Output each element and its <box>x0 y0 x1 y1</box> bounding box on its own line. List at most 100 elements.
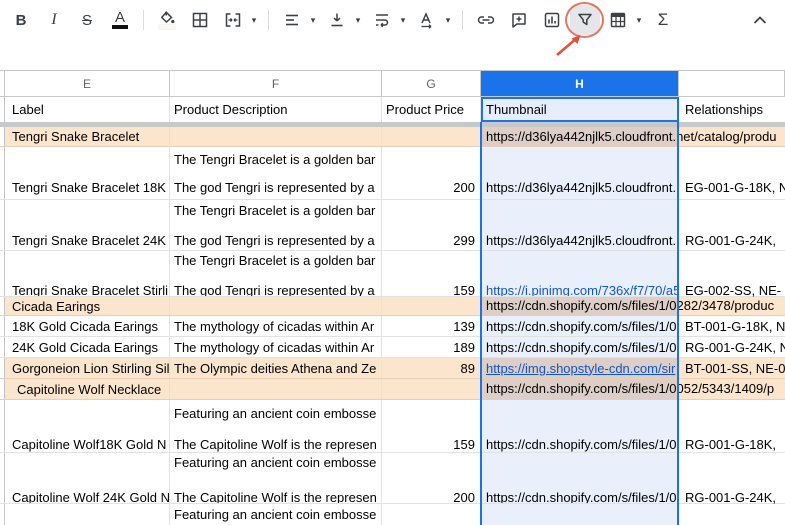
cell-thumbnail-row7[interactable]: https://cdn.shopify.com/s/files/1/0 <box>481 316 679 336</box>
cell-label-row3[interactable]: Tengri Snake Bracelet 18K <box>5 147 170 199</box>
insert-comment-icon[interactable] <box>504 5 534 35</box>
cell-thumbnail-row8[interactable]: https://cdn.shopify.com/s/files/1/0 <box>481 337 679 357</box>
cell-price-row2[interactable] <box>382 127 481 146</box>
cell-thumbnail-row10[interactable]: https://cdn.shopify.com/s/files/1/0052/5… <box>481 379 774 399</box>
collapse-toolbar-icon[interactable] <box>745 5 775 35</box>
cell-relationships-row8[interactable]: RG-001-G-24K, N <box>679 337 785 357</box>
cell-price-row13[interactable] <box>382 504 481 525</box>
cell-label-row9[interactable]: Gorgoneion Lion Stirling Sil <box>5 358 170 378</box>
cell-price-row7[interactable]: 139 <box>382 316 481 336</box>
cell-relationships-row4[interactable]: RG-001-G-24K, <box>679 200 785 250</box>
text-wrap-icon[interactable] <box>367 5 397 35</box>
vertical-align-icon[interactable] <box>322 5 352 35</box>
cell-thumbnail-header[interactable]: Thumbnail <box>481 97 679 122</box>
cell-description-row11[interactable]: Featuring an ancient coin embosse The Cap… <box>170 400 382 452</box>
column-header-G[interactable]: G <box>382 71 481 96</box>
cell-description-row9[interactable]: The Olympic deities Athena and Ze <box>170 358 382 378</box>
cell-relationships-row5[interactable]: EG-002-SS, NE- <box>679 251 785 298</box>
cell-price-row6[interactable] <box>382 297 481 315</box>
cell-description-row4[interactable]: The Tengri Bracelet is a golden bar The g… <box>170 200 382 250</box>
column-header-H[interactable]: H <box>481 71 679 96</box>
strikethrough-icon[interactable]: S <box>72 5 102 35</box>
cell-price-row12[interactable]: 200 <box>382 453 481 503</box>
cell-relationships-row11[interactable]: RG-001-G-18K, <box>679 400 785 452</box>
cell-thumbnail-row5[interactable]: https://i.pinimg.com/736x/f7/70/a5 <box>481 251 679 296</box>
cell-relationships-row12[interactable]: RG-001-G-24K, <box>679 453 785 505</box>
cell-label-row2[interactable]: Tengri Snake Bracelet <box>5 127 170 146</box>
price-text: 139 <box>453 318 475 334</box>
cell-thumbnail-row9[interactable]: https://img.shopstyle-cdn.com/sir <box>481 358 679 378</box>
horizontal-align-caret-icon[interactable]: ▾ <box>307 15 319 26</box>
thumbnail-url[interactable]: https://i.pinimg.com/736x/f7/70/a5 <box>486 284 679 297</box>
table-row: Tengri Snake Bracelet Stirli The Tengri B… <box>0 251 785 298</box>
cell-price-header[interactable]: Product Price <box>382 97 481 122</box>
label-header-text: Label <box>12 102 44 117</box>
cell-label-row8[interactable]: 24K Gold Cicada Earings <box>5 337 170 357</box>
italic-icon[interactable]: I <box>39 5 69 35</box>
cell-description-row2[interactable] <box>170 127 382 146</box>
cell-price-row8[interactable]: 189 <box>382 337 481 357</box>
cell-label-row6[interactable]: Cicada Earings <box>5 297 170 315</box>
column-header-offscreen[interactable] <box>679 71 785 96</box>
cell-thumbnail-row6[interactable]: https://cdn.shopify.com/s/files/1/0282/3… <box>481 297 774 315</box>
cell-description-row8[interactable]: The mythology of cicadas within Ar <box>170 337 382 357</box>
cell-thumbnail-row3[interactable]: https://d36lya442njlk5.cloudfront. <box>481 147 679 199</box>
text-wrap-caret-icon[interactable]: ▾ <box>397 15 409 26</box>
column-header-F[interactable]: F <box>170 71 382 96</box>
cell-price-row5[interactable]: 159 <box>382 251 481 296</box>
cell-thumbnail-row4[interactable]: https://d36lya442njlk5.cloudfront. <box>481 200 679 250</box>
cell-relationships-row7[interactable]: BT-001-G-18K, N <box>679 316 785 336</box>
insert-chart-icon[interactable] <box>537 5 567 35</box>
cell-price-row9[interactable]: 89 <box>382 358 481 378</box>
table-icon[interactable] <box>603 5 633 35</box>
cell-price-row10[interactable] <box>382 379 481 399</box>
cell-description-row5[interactable]: The Tengri Bracelet is a golden bar The g… <box>170 251 382 296</box>
selected-column-right-border <box>677 122 679 525</box>
filter-icon[interactable] <box>570 5 600 35</box>
cell-label-row4[interactable]: Tengri Snake Bracelet 24K <box>5 200 170 250</box>
cell-description-row10[interactable] <box>170 379 382 399</box>
cell-price-row3[interactable]: 200 <box>382 147 481 199</box>
thumbnail-url[interactable]: https://img.shopstyle-cdn.com/sir <box>481 361 675 376</box>
cell-label-row12[interactable]: Capitoline Wolf 24K Gold N <box>5 453 170 503</box>
insert-link-icon[interactable] <box>471 5 501 35</box>
cell-label-row11[interactable]: Capitoline Wolf18K Gold N <box>5 400 170 452</box>
column-header-E[interactable]: E <box>5 71 170 96</box>
cell-thumbnail-row2[interactable]: https://d36lya442njlk5.cloudfront.net/ca… <box>481 127 777 146</box>
fill-color-icon[interactable] <box>152 5 182 35</box>
cell-label-row13[interactable] <box>5 504 170 525</box>
cell-description-row7[interactable]: The mythology of cicadas within Ar <box>170 316 382 336</box>
cell-description-header[interactable]: Product Description <box>170 97 382 122</box>
text-color-icon[interactable]: A <box>105 5 135 35</box>
functions-sigma-icon[interactable]: Σ <box>648 5 678 35</box>
price-text: 299 <box>453 233 475 248</box>
cell-description-row6[interactable] <box>170 297 382 315</box>
cell-thumbnail-row12[interactable]: https://cdn.shopify.com/s/files/1/0 <box>481 453 679 503</box>
cell-thumbnail-row11[interactable]: https://cdn.shopify.com/s/files/1/0 <box>481 400 679 452</box>
cell-description-row13[interactable]: Featuring an ancient coin embosse <box>170 504 382 525</box>
cell-label-header[interactable]: Label <box>5 97 170 122</box>
cell-description-row3[interactable]: The Tengri Bracelet is a golden bar The g… <box>170 147 382 199</box>
cell-description-row12[interactable]: Featuring an ancient coin embosse The Cap… <box>170 453 382 503</box>
cell-label-row7[interactable]: 18K Gold Cicada Earings <box>5 316 170 336</box>
cell-label-row10[interactable]: Capitoline Wolf Necklace <box>5 379 170 399</box>
cell-relationships-header[interactable]: Relationships <box>679 97 785 122</box>
text-rotation-caret-icon[interactable]: ▾ <box>442 15 454 26</box>
table-row: Capitoline Wolf18K Gold N Featuring an an… <box>0 400 785 453</box>
table-row: 24K Gold Cicada Earings The mythology of … <box>0 337 785 358</box>
cell-price-row11[interactable]: 159 <box>382 400 481 452</box>
cell-relationships-row9[interactable]: BT-001-SS, NE-0 <box>679 358 785 378</box>
cell-label-row5[interactable]: Tengri Snake Bracelet Stirli <box>5 251 170 296</box>
text-rotation-icon[interactable] <box>412 5 442 35</box>
horizontal-align-icon[interactable] <box>277 5 307 35</box>
merge-cells-caret-icon[interactable]: ▾ <box>248 15 260 26</box>
bold-icon[interactable]: B <box>6 5 36 35</box>
cell-relationships-row3[interactable]: EG-001-G-18K, N <box>679 147 785 199</box>
borders-icon[interactable] <box>185 5 215 35</box>
cell-price-row4[interactable]: 299 <box>382 200 481 250</box>
cell-thumbnail-row13[interactable] <box>481 504 679 525</box>
merge-cells-icon[interactable] <box>218 5 248 35</box>
cell-relationships-row13[interactable] <box>679 504 785 525</box>
table-caret-icon[interactable]: ▾ <box>633 15 645 26</box>
vertical-align-caret-icon[interactable]: ▾ <box>352 15 364 26</box>
